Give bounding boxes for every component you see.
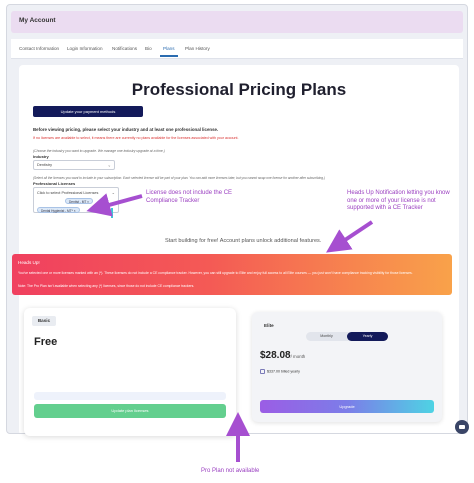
start-building-text: Start building for free! Account plans u… bbox=[165, 238, 322, 244]
elite-plan-name: Elite bbox=[264, 323, 274, 328]
calendar-icon bbox=[260, 369, 265, 374]
focus-marker bbox=[111, 208, 113, 218]
elite-billed-text: $337.00 billed yearly bbox=[267, 369, 300, 374]
banner-heading: Heads Up! bbox=[18, 260, 40, 265]
billing-toggle: Monthly Yearly bbox=[306, 332, 388, 341]
heads-up-banner: Heads Up! You've selected one or more li… bbox=[12, 254, 452, 295]
tab-plan-history[interactable]: Plan History bbox=[185, 46, 210, 51]
industry-value: Dentistry bbox=[37, 163, 52, 167]
industry-hint: (Choose the industry you want to upgrade… bbox=[33, 149, 165, 153]
tab-plans[interactable]: Plans bbox=[160, 46, 177, 57]
banner-body: You've selected one or more licenses mar… bbox=[18, 271, 413, 275]
chevron-down-icon: ⌄ bbox=[111, 190, 115, 195]
license-chip-dentist[interactable]: Dentist - MT × bbox=[65, 198, 94, 204]
tab-login-information[interactable]: Login Information bbox=[67, 46, 103, 51]
elite-price-period: / month bbox=[290, 354, 306, 359]
annotation-heads-up: Heads Up Notification letting you know o… bbox=[347, 190, 450, 211]
license-chip-dental-hygienist[interactable]: Dental Hygienist - MT* × bbox=[37, 207, 80, 213]
account-tabs: Contact Information Login Information No… bbox=[11, 39, 463, 59]
intro-text: Before viewing pricing, please select yo… bbox=[33, 127, 219, 132]
elite-plan-card: Elite Monthly Yearly $28.08/ month $337.… bbox=[252, 312, 442, 422]
industry-label: Industry bbox=[33, 154, 49, 159]
chevron-down-icon: ⌄ bbox=[107, 162, 111, 168]
licenses-label: Professional Licenses bbox=[33, 181, 76, 186]
page-title: Professional Pricing Plans bbox=[131, 80, 347, 99]
tab-contact-information[interactable]: Contact Information bbox=[19, 46, 59, 51]
account-header: My Account bbox=[11, 11, 463, 33]
industry-select[interactable]: Dentistry ⌄ bbox=[33, 160, 115, 170]
elite-price-value: $28.08 bbox=[260, 350, 291, 361]
toggle-monthly[interactable]: Monthly bbox=[306, 332, 347, 341]
update-plan-licenses-button[interactable]: Update plan licenses bbox=[34, 404, 226, 418]
licenses-placeholder: Click to select Professional Licenses bbox=[37, 191, 99, 195]
annotation-no-tracker: License does not include the CE Complian… bbox=[146, 190, 233, 204]
basic-plan-name: Basic bbox=[32, 316, 56, 326]
licenses-hint: (Select all the licenses you want to inc… bbox=[33, 176, 325, 180]
upgrade-button[interactable]: Upgrade bbox=[260, 400, 434, 413]
basic-plan-card: Basic Free Update plan licenses bbox=[24, 308, 236, 436]
banner-note: Note: The Pro Plan isn't available when … bbox=[18, 284, 195, 288]
basic-plan-price: Free bbox=[34, 336, 58, 348]
update-payment-button[interactable]: Update your payment methods bbox=[33, 106, 143, 117]
tab-notifications[interactable]: Notifications bbox=[112, 46, 137, 51]
toggle-yearly[interactable]: Yearly bbox=[347, 332, 388, 341]
page-header-title: My Account bbox=[19, 17, 56, 24]
chat-icon[interactable] bbox=[455, 420, 469, 434]
tab-bio[interactable]: Bio bbox=[145, 46, 152, 51]
elite-plan-price: $28.08/ month bbox=[260, 350, 305, 361]
basic-plan-info-bar bbox=[34, 392, 226, 400]
annotation-pro-plan: Pro Plan not available bbox=[201, 468, 260, 474]
warning-text: If no licenses are available to select, … bbox=[33, 136, 239, 140]
elite-billed-yearly: $337.00 billed yearly bbox=[260, 369, 300, 374]
